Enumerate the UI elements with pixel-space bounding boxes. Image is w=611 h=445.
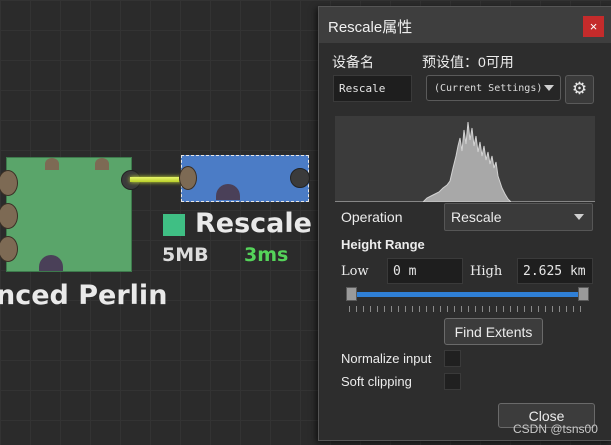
bottom-port[interactable] (39, 255, 63, 271)
preset-label: 预设值：0可用 (422, 54, 514, 70)
input-port[interactable] (0, 170, 18, 196)
input-port[interactable] (179, 166, 197, 190)
slider-ticks (349, 306, 585, 312)
preset-dropdown-value: (Current Settings) (434, 82, 543, 94)
slider-low-handle[interactable] (345, 287, 357, 301)
properties-panel: Rescale属性 × 设备名 预设值：0可用 Rescale (Current… (318, 6, 611, 441)
height-range-slider[interactable] (351, 292, 583, 297)
node-color-icon (163, 214, 185, 236)
find-extents-button[interactable]: Find Extents (444, 318, 543, 345)
device-name-label: 设备名 (332, 54, 374, 70)
input-port[interactable] (0, 203, 18, 229)
panel-title: Rescale属性 (328, 19, 413, 36)
perlin-node-label: nced Perlin (0, 280, 168, 311)
watermark: CSDN @tsns00 (513, 422, 598, 436)
height-range-label: Height Range (341, 237, 425, 252)
histogram-area (335, 121, 595, 202)
device-name-input[interactable]: Rescale (333, 75, 412, 102)
panel-titlebar[interactable]: Rescale属性 × (319, 7, 611, 43)
soft-clipping-label: Soft clipping (341, 374, 412, 389)
perlin-node[interactable] (0, 157, 141, 272)
soft-clipping-checkbox[interactable] (444, 373, 461, 390)
rescale-node[interactable] (179, 155, 310, 202)
output-port[interactable] (290, 168, 310, 188)
normalize-label: Normalize input (341, 351, 432, 366)
high-value-input[interactable]: 2.625 km (517, 258, 593, 284)
chevron-down-icon (544, 85, 554, 91)
high-label: High (470, 264, 503, 279)
node-build-time: 3ms (244, 244, 289, 266)
operation-dropdown[interactable]: Rescale (444, 203, 593, 231)
top-port[interactable] (45, 158, 59, 170)
rescale-node-title: Rescale (195, 208, 312, 239)
operation-label: Operation (341, 209, 403, 225)
top-port[interactable] (95, 158, 109, 170)
close-icon[interactable]: × (583, 16, 604, 37)
chevron-down-icon (574, 214, 584, 220)
node-memory-size: 5MB (162, 244, 209, 266)
gear-icon[interactable]: ⚙ (565, 75, 594, 104)
bottom-port[interactable] (216, 184, 240, 200)
connection-wire (130, 177, 185, 182)
normalize-checkbox[interactable] (444, 350, 461, 367)
operation-dropdown-value: Rescale (451, 209, 502, 225)
height-histogram (335, 116, 595, 202)
low-label: Low (341, 264, 369, 279)
low-value-input[interactable]: 0 m (387, 258, 463, 284)
slider-high-handle[interactable] (577, 287, 589, 301)
input-port[interactable] (0, 236, 18, 262)
preset-dropdown[interactable]: (Current Settings) (426, 75, 561, 101)
